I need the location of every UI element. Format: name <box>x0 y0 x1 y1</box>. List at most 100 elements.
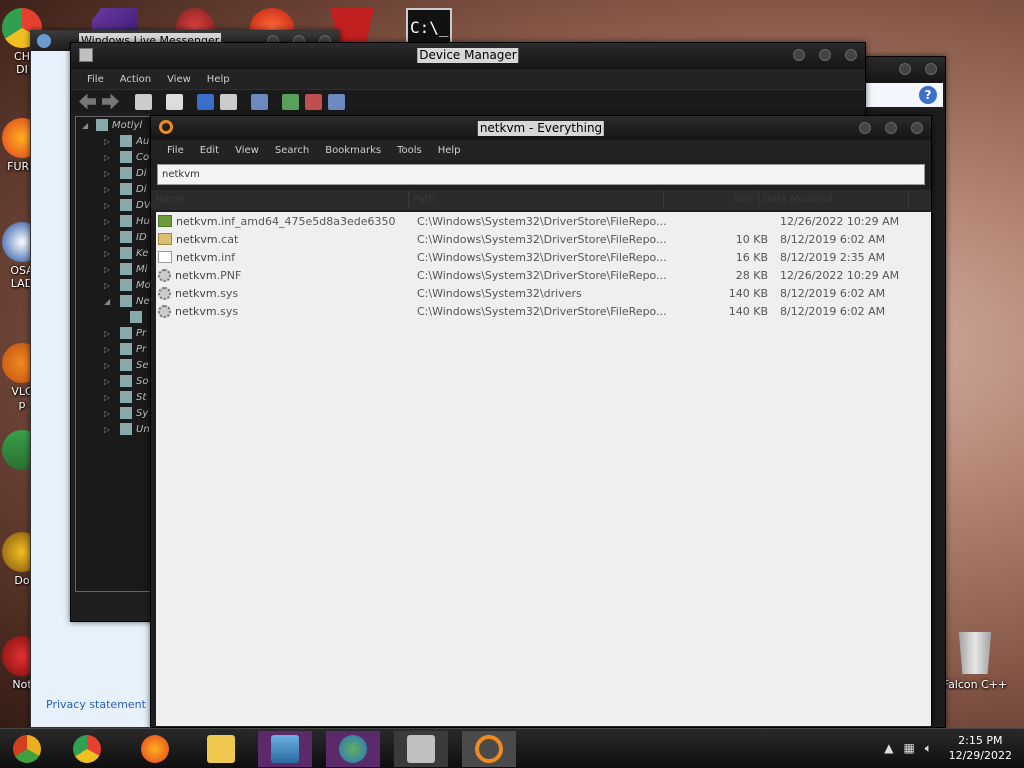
tree-node[interactable]: ▷ Di <box>76 181 154 197</box>
show-hidden-icons-icon[interactable]: ▲ <box>884 741 893 756</box>
menu-item[interactable]: Tools <box>389 145 430 156</box>
tree-node[interactable]: ▷ Di <box>76 165 154 181</box>
device-category-icon <box>120 423 132 435</box>
taskbar-photos[interactable] <box>258 731 312 767</box>
tree-node[interactable]: ▷ St <box>76 389 154 405</box>
show-hide-console-tree-icon[interactable] <box>135 93 152 110</box>
menu-item[interactable]: View <box>159 74 199 85</box>
tree-node-label: Pr <box>136 343 147 355</box>
tree-node[interactable]: ▷ Ke <box>76 245 154 261</box>
background-window-titlebar[interactable] <box>861 57 945 83</box>
tree-node[interactable]: ▷ Mo <box>76 277 154 293</box>
add-legacy-hardware-icon[interactable] <box>328 93 345 110</box>
taskbar-device-manager[interactable] <box>394 731 448 767</box>
tree-node-label: Se <box>136 359 149 371</box>
tree-node[interactable]: ▷ Pr <box>76 341 154 357</box>
help-icon[interactable]: ? <box>919 86 937 104</box>
menu-item[interactable]: Help <box>430 145 469 156</box>
scan-hardware-icon[interactable] <box>251 93 268 110</box>
tree-node[interactable]: ◢ Ne <box>76 293 154 309</box>
forward-arrow-icon[interactable] <box>102 93 119 110</box>
menu-item[interactable]: Help <box>199 74 238 85</box>
tree-node[interactable]: ▷ DV <box>76 197 154 213</box>
column-header-date[interactable]: Date Modified <box>759 190 909 210</box>
taskbar-firefox[interactable] <box>128 731 182 767</box>
taskbar-chrome[interactable] <box>60 731 114 767</box>
everything-maximize-button[interactable] <box>885 122 897 134</box>
menu-item[interactable]: Action <box>112 74 159 85</box>
taskbar-file-explorer[interactable] <box>194 731 248 767</box>
properties-icon[interactable] <box>166 93 183 110</box>
device-manager-titlebar[interactable]: Device Manager <box>71 43 865 69</box>
table-row[interactable]: netkvm .sys C:\Windows\System32\DriverStor… <box>156 302 931 320</box>
menu-item[interactable]: File <box>79 74 112 85</box>
uninstall-device-icon[interactable] <box>305 93 322 110</box>
taskbar-everything[interactable] <box>462 731 516 767</box>
expand-arrow-icon: ▷ <box>104 376 111 386</box>
column-header-size[interactable]: Size <box>664 190 759 210</box>
tree-root[interactable]: ◢ Motlyl <box>76 117 154 133</box>
tree-node-label: Di <box>136 167 147 179</box>
network-icon[interactable]: ▦ <box>903 741 914 756</box>
file-path-cell: C:\Windows\System32\DriverStore\FileRepo… <box>417 304 667 318</box>
recycle-bin-label: Falcon C++ <box>942 678 1008 691</box>
tree-node[interactable] <box>76 309 154 325</box>
back-arrow-icon[interactable] <box>79 93 96 110</box>
desktop-icon-label: CH DI <box>14 50 30 76</box>
tree-node-label: Ke <box>136 247 149 259</box>
everything-close-button[interactable] <box>911 122 923 134</box>
tree-node[interactable]: ▷ Au <box>76 133 154 149</box>
tree-node[interactable]: ▷ Se <box>76 357 154 373</box>
menu-item[interactable]: Search <box>267 145 317 156</box>
help-icon[interactable] <box>197 93 214 110</box>
tree-node[interactable]: ▷ ID <box>76 229 154 245</box>
everything-titlebar[interactable]: netkvm - Everything <box>151 116 931 140</box>
tree-node[interactable]: ▷ Sy <box>76 405 154 421</box>
column-header-name[interactable]: Name <box>151 190 409 210</box>
tree-node[interactable]: ▷ Hu <box>76 213 154 229</box>
device-category-icon <box>130 311 142 323</box>
search-input[interactable] <box>157 164 925 185</box>
device-manager-maximize-button[interactable] <box>819 49 831 61</box>
file-name-cell: netkvm .sys <box>156 286 411 300</box>
device-manager-minimize-button[interactable] <box>793 49 805 61</box>
tree-node-label: Sy <box>136 407 149 419</box>
desktop-icon-recycle-bin[interactable]: Falcon C++ <box>940 632 1010 691</box>
background-close-button[interactable] <box>925 63 937 75</box>
menu-item[interactable]: Bookmarks <box>317 145 389 156</box>
device-category-icon <box>120 391 132 403</box>
table-row[interactable]: netkvm .inf C:\Windows\System32\DriverStor… <box>156 248 931 266</box>
table-row[interactable]: netkvm .PNF C:\Windows\System32\DriverStor… <box>156 266 931 284</box>
tree-node[interactable]: ▷ Mi <box>76 261 154 277</box>
tree-node[interactable]: ▷ Pr <box>76 325 154 341</box>
column-header-path[interactable]: Path <box>409 190 664 210</box>
file-path-cell: C:\Windows\System32\DriverStore\FileRepo… <box>417 214 667 228</box>
device-category-icon <box>120 151 132 163</box>
volume-icon[interactable]: 🔈︎ <box>925 741 932 756</box>
clock[interactable]: 2:15 PM 12/29/2022 <box>949 733 1012 763</box>
expand-arrow-icon: ▷ <box>104 152 111 162</box>
tree-node[interactable]: ▷ Co <box>76 149 154 165</box>
update-driver-icon[interactable] <box>282 93 299 110</box>
everything-minimize-button[interactable] <box>859 122 871 134</box>
taskbar-messenger[interactable] <box>326 731 380 767</box>
menu-item[interactable]: File <box>159 145 192 156</box>
table-row[interactable]: netkvm .cat C:\Windows\System32\DriverStor… <box>156 230 931 248</box>
file-size-cell: 140 KB <box>728 304 768 318</box>
view-icon[interactable] <box>220 93 237 110</box>
device-category-icon <box>120 295 132 307</box>
menu-item[interactable]: View <box>227 145 267 156</box>
menu-item[interactable]: Edit <box>192 145 227 156</box>
file-date-cell: 12/26/2022 10:29 AM <box>780 214 900 228</box>
background-minimize-button[interactable] <box>899 63 911 75</box>
everything-title: netkvm - Everything <box>477 121 605 136</box>
tree-node-label: Un <box>136 423 150 435</box>
tree-node[interactable]: ▷ So <box>76 373 154 389</box>
collapse-arrow-icon: ◢ <box>82 120 89 130</box>
table-row[interactable]: netkvm .inf_amd64_475e5d8a3ede6350 C:\Wind… <box>156 212 931 230</box>
taskbar-chrome-canary[interactable] <box>0 731 54 767</box>
tree-node[interactable]: ▷ Un <box>76 421 154 437</box>
table-row[interactable]: netkvm .sys C:\Windows\System32\drivers 140… <box>156 284 931 302</box>
device-manager-close-button[interactable] <box>845 49 857 61</box>
privacy-statement-link[interactable]: Privacy statement <box>46 698 146 711</box>
